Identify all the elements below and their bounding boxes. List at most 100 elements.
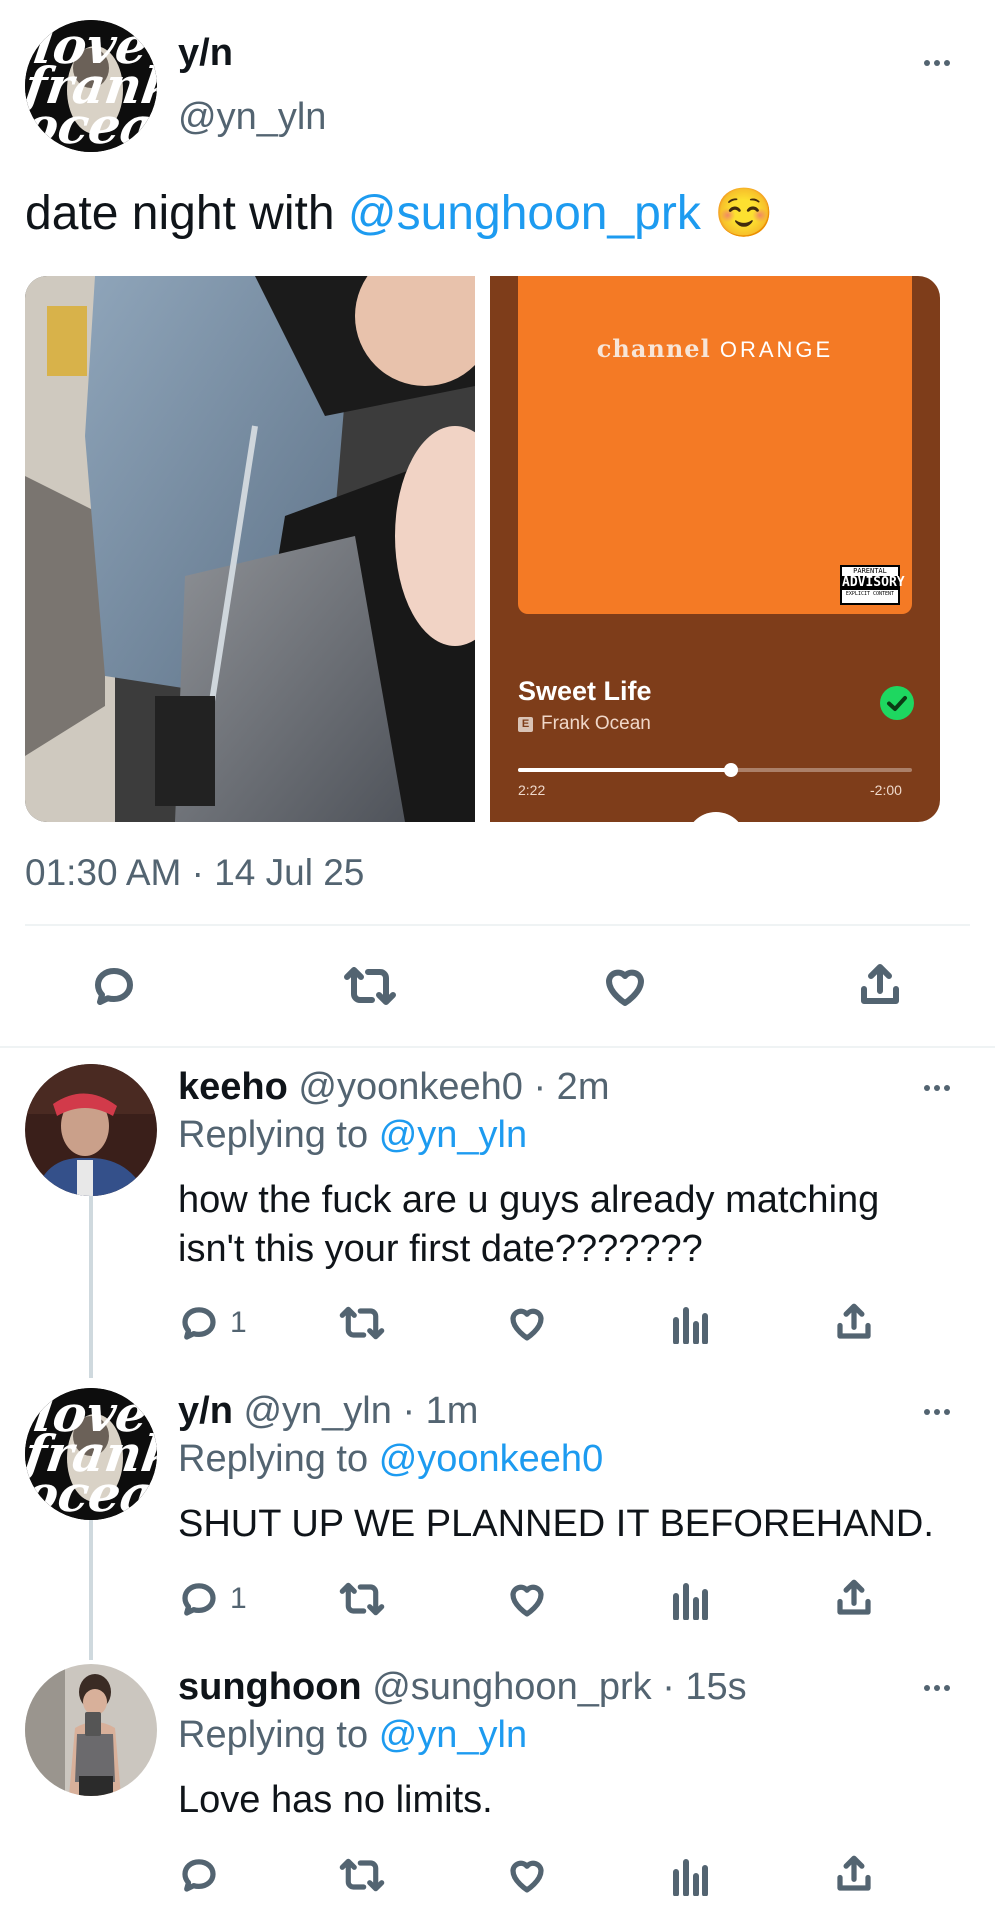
music-card[interactable]: channel ORANGE PARENTAL ADVISORY EXPLICI… bbox=[490, 276, 940, 822]
reply-text: how the fuck are u guys already matching… bbox=[178, 1176, 879, 1274]
retweet-button[interactable] bbox=[338, 1578, 386, 1620]
share-button[interactable] bbox=[833, 1300, 875, 1344]
views-button[interactable] bbox=[672, 1854, 708, 1896]
retweet-icon bbox=[339, 1858, 385, 1892]
reply-button[interactable]: 1 bbox=[178, 1578, 247, 1620]
reply-header: y/n @yn_yln · 1m bbox=[178, 1390, 478, 1433]
more-options-icon[interactable] bbox=[924, 60, 950, 66]
progress-fill bbox=[518, 768, 731, 772]
album-title-a: channel bbox=[596, 334, 711, 363]
divider bbox=[25, 924, 970, 926]
avatar[interactable] bbox=[25, 1064, 157, 1196]
album-cover: channel ORANGE PARENTAL ADVISORY EXPLICI… bbox=[518, 276, 912, 614]
reply-text: SHUT UP WE PLANNED IT BEFOREHAND. bbox=[178, 1500, 934, 1549]
thread-line bbox=[89, 1520, 93, 1660]
replying-to-label: Replying to bbox=[178, 1714, 369, 1756]
reply-text-line: Love has no limits. bbox=[178, 1779, 493, 1821]
advisory-line: ADVISORY bbox=[842, 575, 905, 590]
check-icon[interactable] bbox=[880, 686, 914, 720]
display-name[interactable]: y/n bbox=[178, 1390, 233, 1432]
like-button[interactable] bbox=[505, 1302, 549, 1344]
tweet-text: date night with @sunghoon_prk ☺️ bbox=[25, 184, 774, 241]
views-button[interactable] bbox=[672, 1302, 708, 1344]
views-button[interactable] bbox=[672, 1578, 708, 1620]
heart-icon bbox=[510, 1308, 544, 1341]
heart-icon bbox=[510, 1860, 544, 1893]
play-button[interactable] bbox=[686, 812, 746, 822]
reply-time[interactable]: · 1m bbox=[402, 1390, 478, 1432]
share-icon bbox=[861, 964, 899, 1004]
handle[interactable]: @yoonkeeh0 bbox=[298, 1066, 523, 1108]
reply-button[interactable]: 1 bbox=[178, 1302, 247, 1344]
reply-icon bbox=[182, 1583, 216, 1616]
handle[interactable]: @sunghoon_prk bbox=[372, 1666, 651, 1708]
heart-icon bbox=[606, 969, 644, 1006]
timestamp[interactable]: 01:30 AM · 14 Jul 25 bbox=[25, 852, 364, 894]
replying-to: Replying to @yn_yln bbox=[178, 1114, 527, 1157]
divider bbox=[0, 1046, 995, 1048]
reply-icon bbox=[182, 1307, 216, 1340]
reply-text-line: isn't this your first date??????? bbox=[178, 1228, 703, 1270]
retweet-button[interactable] bbox=[342, 962, 398, 1010]
like-button[interactable] bbox=[505, 1578, 549, 1620]
more-options-icon[interactable] bbox=[924, 1685, 950, 1691]
handle[interactable]: @yn_yln bbox=[243, 1390, 391, 1432]
tweet-photo[interactable] bbox=[25, 276, 475, 822]
artist-name: Frank Ocean bbox=[541, 713, 651, 734]
retweet-icon bbox=[344, 967, 396, 1005]
display-name[interactable]: sunghoon bbox=[178, 1666, 362, 1708]
mention-link[interactable]: @sunghoon_prk bbox=[348, 187, 701, 240]
artist-row: E Frank Ocean bbox=[518, 713, 651, 735]
share-icon bbox=[837, 1579, 871, 1615]
avatar-image bbox=[25, 1664, 157, 1796]
share-button[interactable] bbox=[833, 1576, 875, 1620]
emoji: ☺️ bbox=[714, 187, 774, 240]
progress-knob[interactable] bbox=[723, 763, 738, 777]
avatar[interactable]: love frank ocean bbox=[25, 1388, 157, 1520]
avatar-text: ocean bbox=[25, 96, 157, 152]
reply-count: 1 bbox=[230, 1306, 247, 1339]
reply-icon bbox=[95, 968, 133, 1005]
reply-header: sunghoon @sunghoon_prk · 15s bbox=[178, 1666, 747, 1709]
share-button[interactable] bbox=[856, 960, 904, 1010]
reply-button[interactable] bbox=[90, 962, 138, 1010]
album-title: channel ORANGE bbox=[518, 334, 912, 363]
reply-icon bbox=[182, 1859, 216, 1892]
retweet-button[interactable] bbox=[338, 1854, 386, 1896]
reply-header: keeho @yoonkeeh0 · 2m bbox=[178, 1066, 609, 1109]
tweet-text-prefix: date night with bbox=[25, 187, 348, 240]
reply-text-line: how the fuck are u guys already matching bbox=[178, 1179, 880, 1221]
share-icon bbox=[837, 1303, 871, 1339]
reply-text-line: SHUT UP WE PLANNED IT BEFOREHAND. bbox=[178, 1503, 934, 1545]
reply-button[interactable] bbox=[178, 1854, 230, 1896]
replying-to-label: Replying to bbox=[178, 1114, 369, 1156]
avatar[interactable]: love frank ocean bbox=[25, 20, 157, 152]
handle[interactable]: @yn_yln bbox=[178, 96, 326, 139]
avatar-text: ocean bbox=[25, 1464, 157, 1520]
track-title: Sweet Life bbox=[518, 676, 652, 706]
advisory-line: EXPLICIT CONTENT bbox=[845, 591, 895, 597]
album-title-b: ORANGE bbox=[719, 337, 834, 362]
progress-bar[interactable] bbox=[518, 763, 912, 777]
mention-link[interactable]: @yoonkeeh0 bbox=[379, 1438, 604, 1480]
more-options-icon[interactable] bbox=[924, 1085, 950, 1091]
display-name[interactable]: y/n bbox=[178, 32, 233, 75]
mention-link[interactable]: @yn_yln bbox=[379, 1114, 527, 1156]
more-options-icon[interactable] bbox=[924, 1409, 950, 1415]
like-button[interactable] bbox=[505, 1854, 549, 1896]
retweet-button[interactable] bbox=[338, 1302, 386, 1344]
reply-time[interactable]: · 15s bbox=[662, 1666, 746, 1708]
display-name[interactable]: keeho bbox=[178, 1066, 288, 1108]
reply-text: Love has no limits. bbox=[178, 1776, 493, 1825]
heart-icon bbox=[510, 1584, 544, 1617]
mention-link[interactable]: @yn_yln bbox=[379, 1714, 527, 1756]
reply-time[interactable]: · 2m bbox=[533, 1066, 609, 1108]
analytics-icon bbox=[673, 1583, 708, 1620]
avatar[interactable] bbox=[25, 1664, 157, 1796]
like-button[interactable] bbox=[600, 962, 650, 1010]
share-button[interactable] bbox=[833, 1852, 875, 1896]
remaining-time: -2:00 bbox=[870, 782, 902, 798]
reply-count: 1 bbox=[230, 1582, 247, 1615]
replying-to: Replying to @yn_yln bbox=[178, 1714, 527, 1757]
replying-to: Replying to @yoonkeeh0 bbox=[178, 1438, 603, 1481]
